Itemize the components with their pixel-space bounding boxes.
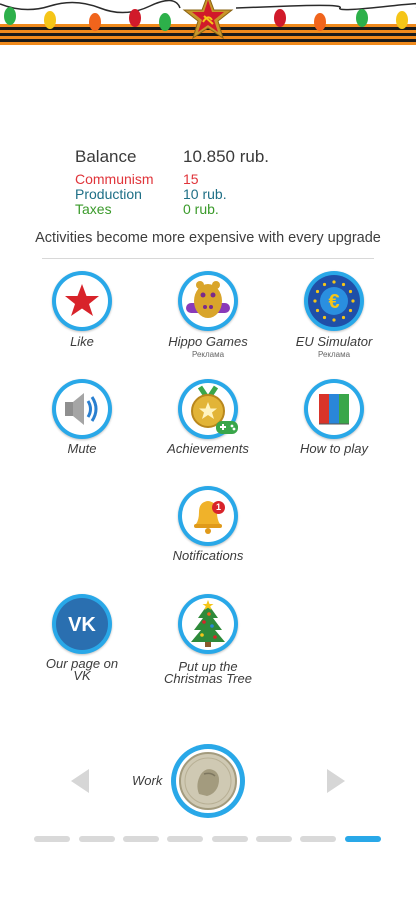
- vk-page-label: Our page on VK: [17, 657, 147, 683]
- christmas-tree-label-line2: Christmas Tree: [164, 671, 252, 686]
- how-to-play-button[interactable]: [304, 379, 364, 439]
- soviet-star-emblem-icon: [182, 0, 234, 40]
- hippo-games-button[interactable]: [178, 271, 238, 331]
- arrow-left-icon[interactable]: [71, 769, 89, 793]
- speaker-icon: [65, 393, 98, 425]
- notifications-button[interactable]: 1: [178, 486, 238, 546]
- vk-page-label-line2: VK: [73, 668, 91, 683]
- red-star-icon: [65, 284, 99, 316]
- vk-icon: VK: [68, 614, 96, 636]
- notifications-label: Notifications: [172, 548, 244, 563]
- communism-value: 15: [183, 171, 199, 187]
- book-icon: [319, 394, 349, 425]
- hippo-games-ad-label: Реклама: [191, 350, 225, 359]
- page-dot[interactable]: [123, 836, 159, 842]
- taxes-value: 0 rub.: [183, 201, 219, 217]
- communism-label: Communism: [75, 171, 154, 187]
- work-button[interactable]: [171, 744, 245, 818]
- page-dot[interactable]: [212, 836, 248, 842]
- eu-globe-icon: €: [311, 278, 357, 324]
- divider: [42, 258, 374, 259]
- balance-label: Balance: [75, 147, 137, 166]
- page-dot[interactable]: [256, 836, 292, 842]
- page-dot[interactable]: [34, 836, 70, 842]
- taxes-label: Taxes: [75, 201, 112, 217]
- vk-page-button[interactable]: VK: [52, 594, 112, 654]
- mute-label: Mute: [67, 441, 97, 456]
- how-to-play-label: How to play: [300, 441, 368, 456]
- hippo-icon: [186, 281, 230, 318]
- work-label: Work: [132, 773, 163, 788]
- page-dot-active[interactable]: [345, 836, 381, 842]
- medal-gamepad-icon: [191, 385, 238, 434]
- notification-count-badge: 1: [212, 501, 225, 514]
- bell-icon: [194, 501, 222, 534]
- hippo-games-label: Hippo Games: [168, 334, 248, 349]
- achievements-label: Achievements: [167, 441, 249, 456]
- info-text: Activities become more expensive with ev…: [35, 230, 381, 246]
- lenin-coin-icon: [179, 752, 237, 810]
- christmas-tree-label: Put up the Christmas Tree: [143, 660, 273, 686]
- balance-value: 10.850 rub.: [183, 147, 270, 166]
- achievements-button[interactable]: [178, 379, 238, 439]
- top-ribbon: [0, 0, 416, 48]
- christmas-tree-icon: [191, 600, 225, 647]
- like-button[interactable]: [52, 271, 112, 331]
- arrow-right-icon[interactable]: [327, 769, 345, 793]
- page-dot[interactable]: [300, 836, 336, 842]
- production-label: Production: [75, 186, 142, 202]
- production-value: 10 rub.: [183, 186, 227, 202]
- christmas-tree-button[interactable]: [178, 594, 238, 654]
- like-label: Like: [70, 334, 94, 349]
- eu-simulator-label: EU Simulator: [295, 334, 373, 349]
- page-dot[interactable]: [79, 836, 115, 842]
- svg-text:€: €: [328, 291, 339, 313]
- mute-button[interactable]: [52, 379, 112, 439]
- svg-text:VK: VK: [68, 614, 96, 636]
- page-dot[interactable]: [167, 836, 203, 842]
- eu-simulator-button[interactable]: €: [304, 271, 364, 331]
- eu-simulator-ad-label: Реклама: [317, 350, 351, 359]
